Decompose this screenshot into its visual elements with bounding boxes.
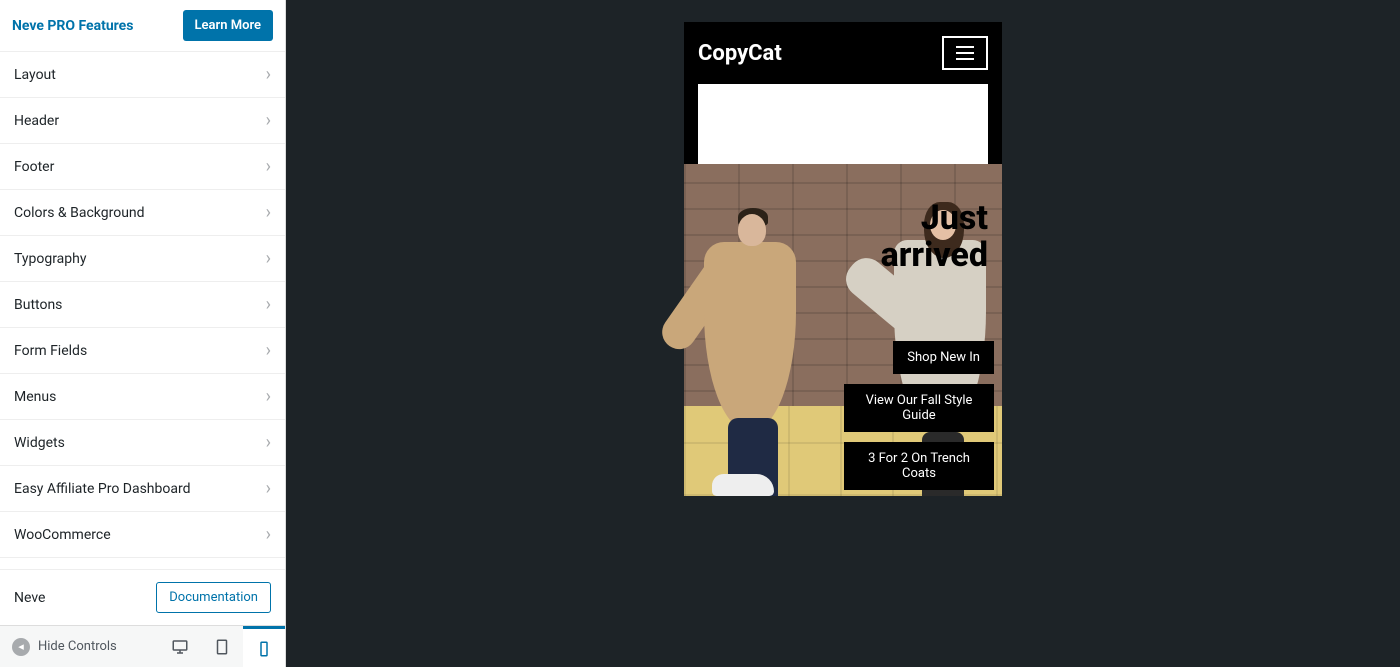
collapse-icon: ◂ xyxy=(12,638,30,656)
hide-controls-label: Hide Controls xyxy=(38,639,117,654)
menu-toggle-button[interactable] xyxy=(942,36,988,70)
sidebar-item-colors[interactable]: Colors & Background › xyxy=(0,190,285,236)
hero-buttons: Shop New In View Our Fall Style Guide 3 … xyxy=(844,341,994,490)
pro-features-row: Neve PRO Features Learn More xyxy=(0,0,285,52)
pro-features-title: Neve PRO Features xyxy=(12,18,133,34)
sidebar-item-label: Header xyxy=(14,113,59,129)
chevron-right-icon: › xyxy=(266,156,271,177)
chevron-right-icon: › xyxy=(266,202,271,223)
chevron-right-icon: › xyxy=(266,340,271,361)
device-switcher xyxy=(159,626,285,667)
site-header: CopyCat xyxy=(684,22,1002,84)
chevron-right-icon: › xyxy=(266,478,271,499)
hero-line2: arrived xyxy=(881,235,988,275)
chevron-right-icon: › xyxy=(266,64,271,85)
sidebar-item-label: Menus xyxy=(14,389,56,405)
mobile-preview-frame: CopyCat Justarrived Shop New In xyxy=(684,22,1002,496)
chevron-right-icon: › xyxy=(266,524,271,545)
hero-button-offer[interactable]: 3 For 2 On Trench Coats xyxy=(844,442,994,490)
sidebar-item-typography[interactable]: Typography › xyxy=(0,236,285,282)
sidebar-item-affiliate[interactable]: Easy Affiliate Pro Dashboard › xyxy=(0,466,285,512)
sidebar-items: Layout › Header › Footer › Colors & Backgro… xyxy=(0,52,285,569)
hero-section: Justarrived Shop New In View Our Fall St… xyxy=(684,164,1002,496)
chevron-right-icon: › xyxy=(266,294,271,315)
sidebar-item-woocommerce[interactable]: WooCommerce › xyxy=(0,512,285,558)
sidebar-item-label: Typography xyxy=(14,251,86,267)
hero-line1: Just xyxy=(921,198,988,238)
chevron-right-icon: › xyxy=(266,432,271,453)
sidebar-item-widgets[interactable]: Widgets › xyxy=(0,420,285,466)
hero-button-styleguide[interactable]: View Our Fall Style Guide xyxy=(844,384,994,432)
hamburger-icon xyxy=(956,46,974,60)
sidebar-item-formfields[interactable]: Form Fields › xyxy=(0,328,285,374)
device-tablet-button[interactable] xyxy=(201,626,243,667)
sidebar-item-label: Colors & Background xyxy=(14,205,145,221)
hero-person-man xyxy=(690,196,810,496)
device-desktop-button[interactable] xyxy=(159,626,201,667)
sidebar-item-label: Form Fields xyxy=(14,343,87,359)
sidebar-item-menus[interactable]: Menus › xyxy=(0,374,285,420)
mobile-icon xyxy=(255,640,273,658)
sidebar-item-layout[interactable]: Layout › xyxy=(0,52,285,98)
desktop-icon xyxy=(171,638,189,656)
chevron-right-icon: › xyxy=(266,248,271,269)
sidebar-item-label: Layout xyxy=(14,67,56,83)
sidebar-item-buttons[interactable]: Buttons › xyxy=(0,282,285,328)
sidebar-item-footer[interactable]: Footer › xyxy=(0,144,285,190)
hero-button-shop[interactable]: Shop New In xyxy=(893,341,994,374)
bottom-bar: ◂ Hide Controls xyxy=(0,625,285,667)
hide-controls-button[interactable]: ◂ Hide Controls xyxy=(0,638,129,656)
sidebar-item-label: WooCommerce xyxy=(14,527,111,543)
sidebar-item-label: Footer xyxy=(14,159,54,175)
content-placeholder xyxy=(698,84,988,164)
sidebar-item-additionalcss[interactable]: Additional CSS› xyxy=(0,558,285,569)
sidebar-item-label: Buttons xyxy=(14,297,62,313)
customizer-sidebar: Neve PRO Features Learn More Layout › Hea… xyxy=(0,0,286,667)
chevron-right-icon: › xyxy=(266,110,271,131)
preview-area: CopyCat Justarrived Shop New In xyxy=(286,0,1400,667)
site-title[interactable]: CopyCat xyxy=(698,41,782,66)
documentation-button[interactable]: Documentation xyxy=(156,582,271,613)
sidebar-item-label: Easy Affiliate Pro Dashboard xyxy=(14,481,190,497)
learn-more-button[interactable]: Learn More xyxy=(183,10,273,41)
chevron-right-icon: › xyxy=(266,386,271,407)
sidebar-item-label: Widgets xyxy=(14,435,65,451)
hero-heading: Justarrived xyxy=(881,200,988,275)
sidebar-neve-row: Neve Documentation xyxy=(0,569,285,625)
sidebar-item-header[interactable]: Header › xyxy=(0,98,285,144)
tablet-icon xyxy=(213,638,231,656)
device-mobile-button[interactable] xyxy=(243,626,285,667)
neve-label: Neve xyxy=(14,590,45,606)
